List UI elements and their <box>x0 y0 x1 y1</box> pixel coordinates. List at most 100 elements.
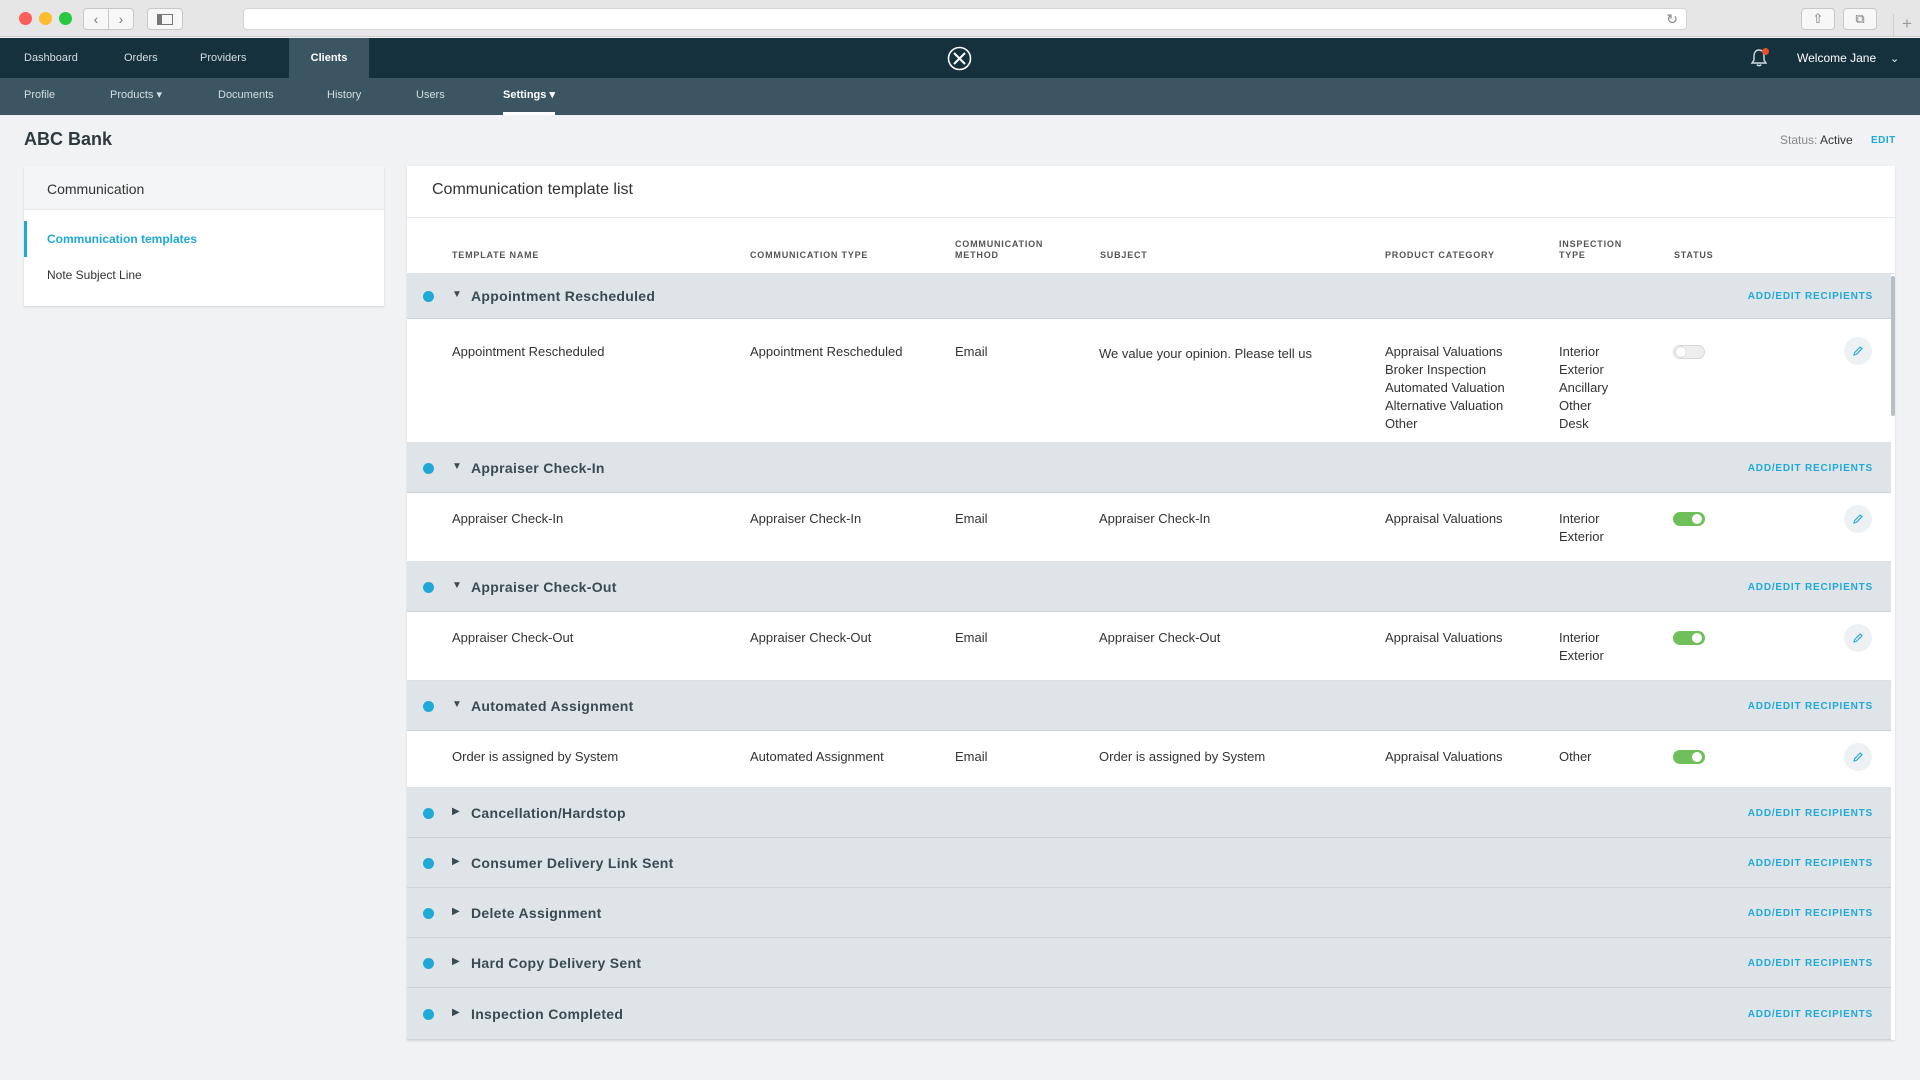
caret-right-icon[interactable]: ▶ <box>452 856 460 867</box>
add-edit-recipients-link[interactable]: ADD/EDIT RECIPIENTS <box>1748 701 1873 712</box>
col-template-name: TEMPLATE NAME <box>452 250 540 260</box>
pencil-icon[interactable] <box>1844 505 1872 533</box>
inspection-type-item: Exterior <box>1559 362 1604 377</box>
minimize-window-button[interactable] <box>39 12 52 25</box>
new-tab-button[interactable]: + <box>1893 14 1920 37</box>
inspection-type-item: Other <box>1559 749 1592 764</box>
group-header-consumer-delivery-link-sent[interactable]: ▶ Consumer Delivery Link Sent ADD/EDIT R… <box>407 838 1891 888</box>
inspection-type-item: Desk <box>1559 416 1589 431</box>
subnav-profile[interactable]: Profile <box>24 78 55 115</box>
main-navigation: Dashboard Orders Providers Clients Welco… <box>0 38 1920 78</box>
user-menu[interactable]: Welcome Jane <box>1797 38 1876 78</box>
sidebar-header: Communication <box>24 166 384 210</box>
inspection-type-item: Exterior <box>1559 529 1604 544</box>
tabs-overview-button[interactable]: ⧉ <box>1843 8 1877 30</box>
add-edit-recipients-link[interactable]: ADD/EDIT RECIPIENTS <box>1748 291 1873 302</box>
status-toggle[interactable] <box>1673 750 1705 764</box>
info-dot-icon <box>423 463 434 474</box>
x-circle-logo-icon[interactable] <box>947 46 972 71</box>
add-edit-recipients-link[interactable]: ADD/EDIT RECIPIENTS <box>1748 463 1873 474</box>
inspection-type-item: Interior <box>1559 344 1600 359</box>
product-category-item: Automated Valuation <box>1385 380 1505 395</box>
pencil-icon[interactable] <box>1844 624 1872 652</box>
table-row: Appointment Rescheduled Appointment Resc… <box>407 319 1891 443</box>
scrollbar[interactable] <box>1891 276 1895 416</box>
caret-right-icon[interactable]: ▶ <box>452 956 460 967</box>
status-toggle[interactable] <box>1673 512 1705 526</box>
info-dot-icon <box>423 291 434 302</box>
info-dot-icon <box>423 908 434 919</box>
add-edit-recipients-link[interactable]: ADD/EDIT RECIPIENTS <box>1748 808 1873 819</box>
pencil-icon[interactable] <box>1844 743 1872 771</box>
product-category-item: Alternative Valuation <box>1385 398 1504 413</box>
address-bar[interactable]: ↻ <box>243 8 1687 30</box>
nav-dashboard[interactable]: Dashboard <box>24 38 78 78</box>
panel-title: Communication template list <box>432 181 633 198</box>
maximize-window-button[interactable] <box>59 12 72 25</box>
cell-inspection-type: Interior Exterior <box>1559 510 1604 546</box>
col-communication-method-line1: COMMUNICATION <box>955 239 1044 249</box>
add-edit-recipients-link[interactable]: ADD/EDIT RECIPIENTS <box>1748 582 1873 593</box>
page-title: ABC Bank <box>24 129 113 149</box>
caret-right-icon[interactable]: ▶ <box>452 906 460 917</box>
status-toggle[interactable] <box>1673 631 1705 645</box>
subnav-settings[interactable]: Settings ▾ <box>503 78 555 115</box>
edit-status-link[interactable]: EDIT <box>1871 135 1896 146</box>
table-row: Order is assigned by System Automated As… <box>407 731 1891 788</box>
caret-right-icon[interactable]: ▶ <box>452 806 460 817</box>
chevron-down-icon[interactable]: ⌄ <box>1890 52 1899 65</box>
reload-icon[interactable]: ↻ <box>1666 11 1678 28</box>
group-header-delete-assignment[interactable]: ▶ Delete Assignment ADD/EDIT RECIPIENTS <box>407 888 1891 938</box>
inspection-type-item: Exterior <box>1559 648 1604 663</box>
group-header-appointment-rescheduled[interactable]: ▼ Appointment Rescheduled ADD/EDIT RECIP… <box>407 274 1891 319</box>
group-header-appraiser-check-in[interactable]: ▼ Appraiser Check-In ADD/EDIT RECIPIENTS <box>407 443 1891 493</box>
add-edit-recipients-link[interactable]: ADD/EDIT RECIPIENTS <box>1748 858 1873 869</box>
group-header-inspection-completed[interactable]: ▶ Inspection Completed ADD/EDIT RECIPIEN… <box>407 988 1891 1040</box>
add-edit-recipients-link[interactable]: ADD/EDIT RECIPIENTS <box>1748 908 1873 919</box>
share-button[interactable]: ⇧ <box>1801 8 1835 30</box>
sidebar-item-communication-templates[interactable]: Communication templates <box>24 221 384 257</box>
sidebar-item-note-subject-line[interactable]: Note Subject Line <box>24 257 384 293</box>
cell-method: Email <box>955 630 988 645</box>
back-button[interactable]: ‹ <box>83 8 109 30</box>
cell-communication-type: Appointment Rescheduled <box>750 344 903 359</box>
add-edit-recipients-link[interactable]: ADD/EDIT RECIPIENTS <box>1748 958 1873 969</box>
caret-down-icon[interactable]: ▼ <box>452 289 462 300</box>
product-category-item: Appraisal Valuations <box>1385 344 1503 359</box>
caret-down-icon[interactable]: ▼ <box>452 699 462 710</box>
col-product-category: PRODUCT CATEGORY <box>1385 250 1495 260</box>
nav-orders[interactable]: Orders <box>124 38 158 78</box>
sidebar-icon <box>157 13 173 25</box>
cell-inspection-type: Interior Exterior Ancillary Other Desk <box>1559 343 1608 433</box>
status-value: Active <box>1820 133 1853 147</box>
chevron-right-icon: › <box>118 11 124 27</box>
subnav-users[interactable]: Users <box>416 78 445 115</box>
add-edit-recipients-link[interactable]: ADD/EDIT RECIPIENTS <box>1748 1009 1873 1020</box>
group-header-automated-assignment[interactable]: ▼ Automated Assignment ADD/EDIT RECIPIEN… <box>407 681 1891 731</box>
group-header-appraiser-check-out[interactable]: ▼ Appraiser Check-Out ADD/EDIT RECIPIENT… <box>407 562 1891 612</box>
forward-button[interactable]: › <box>108 8 134 30</box>
caret-down-icon[interactable]: ▼ <box>452 461 462 472</box>
chevron-left-icon: ‹ <box>93 11 99 27</box>
nav-clients[interactable]: Clients <box>289 38 369 78</box>
inspection-type-item: Ancillary <box>1559 380 1609 395</box>
caret-right-icon[interactable]: ▶ <box>452 1007 460 1018</box>
caret-down-icon[interactable]: ▼ <box>452 580 462 591</box>
cell-template-name: Appraiser Check-In <box>452 511 564 526</box>
subnav-history[interactable]: History <box>327 78 361 115</box>
subnav-products[interactable]: Products ▾ <box>110 78 162 115</box>
group-name: Inspection Completed <box>471 1006 624 1022</box>
notification-badge <box>1762 48 1769 55</box>
subnav-documents[interactable]: Documents <box>218 78 274 115</box>
product-category-item: Appraisal Valuations <box>1385 630 1503 645</box>
close-window-button[interactable] <box>19 12 32 25</box>
cell-subject: Order is assigned by System <box>1099 749 1266 764</box>
nav-providers[interactable]: Providers <box>200 38 246 78</box>
pencil-icon[interactable] <box>1844 337 1872 365</box>
status-toggle[interactable] <box>1673 345 1705 359</box>
cell-communication-type: Automated Assignment <box>750 749 884 764</box>
group-header-hard-copy-delivery-sent[interactable]: ▶ Hard Copy Delivery Sent ADD/EDIT RECIP… <box>407 938 1891 988</box>
cell-product-category: Appraisal Valuations <box>1385 748 1503 766</box>
sidebar-toggle-button[interactable] <box>147 8 183 30</box>
group-header-cancellation-hardstop[interactable]: ▶ Cancellation/Hardstop ADD/EDIT RECIPIE… <box>407 788 1891 838</box>
